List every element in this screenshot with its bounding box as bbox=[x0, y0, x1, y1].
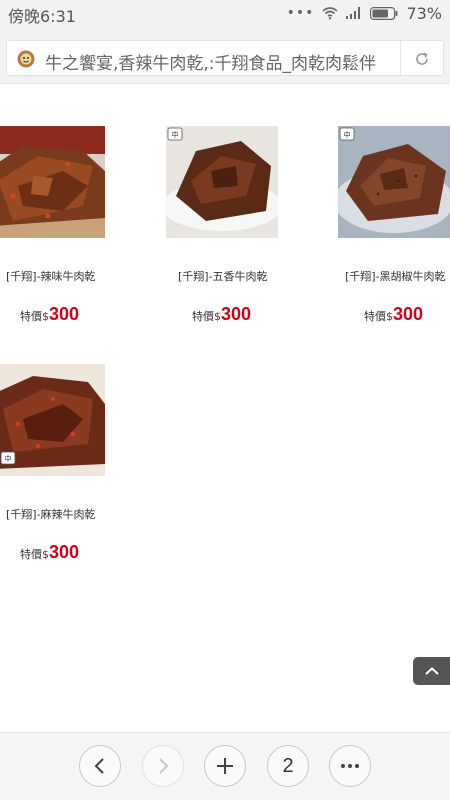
price-currency: $ bbox=[214, 310, 221, 323]
svg-text:中: 中 bbox=[5, 454, 12, 463]
battery-icon bbox=[370, 6, 398, 20]
back-icon bbox=[94, 758, 104, 774]
price-label: 特價 bbox=[20, 310, 42, 323]
product-name[interactable]: [千翔]-黑胡椒牛肉乾 bbox=[345, 268, 446, 284]
product-card[interactable]: [千翔]-辣味牛肉乾 特價$300 bbox=[0, 126, 140, 336]
price-value: 300 bbox=[49, 542, 80, 562]
reload-icon[interactable] bbox=[413, 50, 431, 68]
more-dots-icon: ••• bbox=[286, 5, 315, 21]
price-value: 300 bbox=[49, 304, 80, 324]
status-time: 傍晚6:31 bbox=[8, 7, 76, 26]
product-card[interactable]: 中 [千翔]-麻辣牛肉乾 特價$300 bbox=[0, 364, 140, 574]
url-divider bbox=[400, 41, 401, 75]
price-value: 300 bbox=[221, 304, 252, 324]
back-to-top-button[interactable] bbox=[413, 657, 450, 685]
product-name[interactable]: [千翔]-麻辣牛肉乾 bbox=[6, 506, 96, 522]
menu-icon bbox=[341, 764, 359, 768]
tab-count: 2 bbox=[282, 754, 294, 777]
svg-text:中: 中 bbox=[172, 130, 179, 139]
product-card[interactable]: 中 [千翔]-黑胡椒牛肉乾 特價$300 bbox=[338, 126, 450, 336]
back-to-top-icon bbox=[424, 667, 439, 675]
new-tab-icon bbox=[217, 758, 233, 774]
wifi-icon bbox=[322, 7, 338, 20]
bottom-toolbar: 2 bbox=[0, 732, 450, 800]
site-favicon-icon bbox=[17, 50, 35, 68]
url-text[interactable]: 牛之饗宴,香辣牛肉乾,:千翔食品_肉乾肉鬆伴 bbox=[45, 49, 400, 74]
back-button[interactable] bbox=[79, 745, 121, 787]
forward-icon bbox=[159, 758, 169, 774]
new-tab-button[interactable] bbox=[204, 745, 246, 787]
product-image[interactable]: 中 bbox=[338, 126, 450, 238]
price-currency: $ bbox=[42, 310, 49, 323]
product-price: 特價$300 bbox=[20, 542, 79, 563]
price-label: 特價 bbox=[20, 548, 42, 561]
menu-button[interactable] bbox=[329, 745, 371, 787]
price-currency: $ bbox=[386, 310, 393, 323]
price-currency: $ bbox=[42, 548, 49, 561]
product-name[interactable]: [千翔]-辣味牛肉乾 bbox=[6, 268, 96, 284]
status-bar: 傍晚6:31 ••• 73% bbox=[0, 0, 450, 28]
signal-icon bbox=[346, 7, 361, 19]
price-label: 特價 bbox=[192, 310, 214, 323]
product-price: 特價$300 bbox=[364, 304, 423, 325]
price-label: 特價 bbox=[364, 310, 386, 323]
tabs-button[interactable]: 2 bbox=[267, 745, 309, 787]
forward-button[interactable] bbox=[142, 745, 184, 787]
product-image[interactable] bbox=[0, 126, 105, 238]
status-icons: ••• 73% bbox=[287, 3, 442, 23]
price-value: 300 bbox=[393, 304, 424, 324]
product-card[interactable]: 中 [千翔]-五香牛肉乾 特價$300 bbox=[166, 126, 306, 336]
address-bar: 牛之饗宴,香辣牛肉乾,:千翔食品_肉乾肉鬆伴 bbox=[0, 28, 450, 84]
svg-text:中: 中 bbox=[344, 130, 351, 139]
url-field[interactable]: 牛之饗宴,香辣牛肉乾,:千翔食品_肉乾肉鬆伴 bbox=[6, 40, 444, 76]
battery-percent: 73% bbox=[406, 3, 442, 23]
product-image[interactable]: 中 bbox=[0, 364, 105, 476]
product-price: 特價$300 bbox=[20, 304, 79, 325]
product-image[interactable]: 中 bbox=[166, 126, 278, 238]
product-price: 特價$300 bbox=[192, 304, 251, 325]
product-name[interactable]: [千翔]-五香牛肉乾 bbox=[178, 268, 268, 284]
